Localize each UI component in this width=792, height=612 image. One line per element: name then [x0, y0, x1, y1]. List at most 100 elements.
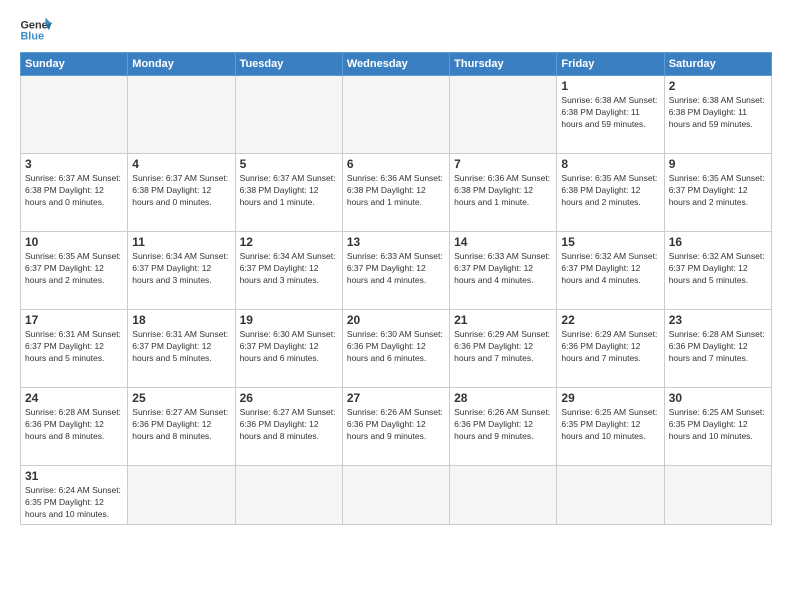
calendar-cell: 25Sunrise: 6:27 AM Sunset: 6:36 PM Dayli…: [128, 388, 235, 466]
calendar-cell: 15Sunrise: 6:32 AM Sunset: 6:37 PM Dayli…: [557, 232, 664, 310]
calendar-table: SundayMondayTuesdayWednesdayThursdayFrid…: [20, 52, 772, 525]
calendar-cell: 13Sunrise: 6:33 AM Sunset: 6:37 PM Dayli…: [342, 232, 449, 310]
calendar-cell: [557, 466, 664, 525]
calendar-cell: 24Sunrise: 6:28 AM Sunset: 6:36 PM Dayli…: [21, 388, 128, 466]
day-number: 1: [561, 79, 659, 93]
day-number: 25: [132, 391, 230, 405]
week-row-3: 17 Sunrise: 6:31 AM Sunset: 6:37 PM Dayli…: [21, 310, 772, 388]
day-number: 18: [132, 313, 230, 327]
day-info: Sunrise: 6:25 AM Sunset: 6:35 PM Dayligh…: [561, 407, 659, 443]
day-number: 10: [25, 235, 123, 249]
calendar-cell: 19Sunrise: 6:30 AM Sunset: 6:37 PM Dayli…: [235, 310, 342, 388]
day-info: Sunrise: 6:24 AM Sunset: 6:35 PM Dayligh…: [25, 485, 123, 521]
day-info: Sunrise: 6:37 AM Sunset: 6:38 PM Dayligh…: [132, 173, 230, 209]
calendar-cell: [342, 466, 449, 525]
weekday-header-sunday: Sunday: [21, 53, 128, 76]
day-number: 17: [25, 313, 123, 327]
day-info: Sunrise: 6:34 AM Sunset: 6:37 PM Dayligh…: [132, 251, 230, 287]
calendar-cell: 1 Sunrise: 6:38 AM Sunset: 6:38 PM Daylig…: [557, 76, 664, 154]
calendar-cell: 27Sunrise: 6:26 AM Sunset: 6:36 PM Dayli…: [342, 388, 449, 466]
day-number: 11: [132, 235, 230, 249]
calendar-cell: [664, 466, 771, 525]
calendar-cell: 3 Sunrise: 6:37 AM Sunset: 6:38 PM Daylig…: [21, 154, 128, 232]
calendar-cell: 21Sunrise: 6:29 AM Sunset: 6:36 PM Dayli…: [450, 310, 557, 388]
weekday-header-row: SundayMondayTuesdayWednesdayThursdayFrid…: [21, 53, 772, 76]
day-info: Sunrise: 6:37 AM Sunset: 6:38 PM Dayligh…: [25, 173, 123, 209]
day-info: Sunrise: 6:34 AM Sunset: 6:37 PM Dayligh…: [240, 251, 338, 287]
day-info: Sunrise: 6:37 AM Sunset: 6:38 PM Dayligh…: [240, 173, 338, 209]
svg-text:Blue: Blue: [20, 30, 44, 42]
day-info: Sunrise: 6:29 AM Sunset: 6:36 PM Dayligh…: [561, 329, 659, 365]
day-number: 21: [454, 313, 552, 327]
day-number: 7: [454, 157, 552, 171]
weekday-header-thursday: Thursday: [450, 53, 557, 76]
day-info: Sunrise: 6:38 AM Sunset: 6:38 PM Dayligh…: [669, 95, 767, 131]
calendar-cell: 30Sunrise: 6:25 AM Sunset: 6:35 PM Dayli…: [664, 388, 771, 466]
day-info: Sunrise: 6:35 AM Sunset: 6:37 PM Dayligh…: [669, 173, 767, 209]
day-info: Sunrise: 6:36 AM Sunset: 6:38 PM Dayligh…: [347, 173, 445, 209]
calendar-cell: 16 Sunrise: 6:32 AM Sunset: 6:37 PM Dayli…: [664, 232, 771, 310]
day-number: 28: [454, 391, 552, 405]
weekday-header-saturday: Saturday: [664, 53, 771, 76]
day-number: 6: [347, 157, 445, 171]
day-info: Sunrise: 6:38 AM Sunset: 6:38 PM Dayligh…: [561, 95, 659, 131]
day-info: Sunrise: 6:31 AM Sunset: 6:37 PM Dayligh…: [25, 329, 123, 365]
day-number: 31: [25, 469, 123, 483]
calendar-cell: 8 Sunrise: 6:35 AM Sunset: 6:38 PM Daylig…: [557, 154, 664, 232]
calendar-cell: 4Sunrise: 6:37 AM Sunset: 6:38 PM Daylig…: [128, 154, 235, 232]
day-number: 9: [669, 157, 767, 171]
day-info: Sunrise: 6:33 AM Sunset: 6:37 PM Dayligh…: [454, 251, 552, 287]
weekday-header-tuesday: Tuesday: [235, 53, 342, 76]
calendar-cell: 12Sunrise: 6:34 AM Sunset: 6:37 PM Dayli…: [235, 232, 342, 310]
day-number: 24: [25, 391, 123, 405]
calendar-cell: [450, 466, 557, 525]
day-number: 23: [669, 313, 767, 327]
weekday-header-wednesday: Wednesday: [342, 53, 449, 76]
day-number: 8: [561, 157, 659, 171]
logo: General Blue: [20, 16, 52, 44]
header: General Blue: [20, 16, 772, 44]
calendar-cell: [342, 76, 449, 154]
day-info: Sunrise: 6:26 AM Sunset: 6:36 PM Dayligh…: [454, 407, 552, 443]
day-info: Sunrise: 6:32 AM Sunset: 6:37 PM Dayligh…: [669, 251, 767, 287]
weekday-header-friday: Friday: [557, 53, 664, 76]
day-info: Sunrise: 6:35 AM Sunset: 6:38 PM Dayligh…: [561, 173, 659, 209]
calendar-page: General Blue SundayMondayTuesdayWednesda…: [0, 0, 792, 612]
calendar-cell: 5 Sunrise: 6:37 AM Sunset: 6:38 PM Daylig…: [235, 154, 342, 232]
calendar-cell: 22 Sunrise: 6:29 AM Sunset: 6:36 PM Dayli…: [557, 310, 664, 388]
day-number: 15: [561, 235, 659, 249]
day-number: 26: [240, 391, 338, 405]
calendar-cell: 2 Sunrise: 6:38 AM Sunset: 6:38 PM Daylig…: [664, 76, 771, 154]
day-info: Sunrise: 6:30 AM Sunset: 6:36 PM Dayligh…: [347, 329, 445, 365]
calendar-cell: 10 Sunrise: 6:35 AM Sunset: 6:37 PM Dayli…: [21, 232, 128, 310]
day-number: 5: [240, 157, 338, 171]
day-number: 20: [347, 313, 445, 327]
calendar-cell: [128, 466, 235, 525]
calendar-cell: [235, 466, 342, 525]
calendar-cell: 7Sunrise: 6:36 AM Sunset: 6:38 PM Daylig…: [450, 154, 557, 232]
day-number: 27: [347, 391, 445, 405]
calendar-cell: 11 Sunrise: 6:34 AM Sunset: 6:37 PM Dayli…: [128, 232, 235, 310]
logo-icon: General Blue: [20, 16, 52, 44]
day-info: Sunrise: 6:28 AM Sunset: 6:36 PM Dayligh…: [669, 329, 767, 365]
calendar-cell: [235, 76, 342, 154]
day-number: 2: [669, 79, 767, 93]
day-info: Sunrise: 6:35 AM Sunset: 6:37 PM Dayligh…: [25, 251, 123, 287]
calendar-cell: [128, 76, 235, 154]
day-number: 22: [561, 313, 659, 327]
day-number: 16: [669, 235, 767, 249]
week-row-2: 10 Sunrise: 6:35 AM Sunset: 6:37 PM Dayli…: [21, 232, 772, 310]
calendar-cell: 6 Sunrise: 6:36 AM Sunset: 6:38 PM Daylig…: [342, 154, 449, 232]
day-number: 14: [454, 235, 552, 249]
calendar-cell: 28 Sunrise: 6:26 AM Sunset: 6:36 PM Dayli…: [450, 388, 557, 466]
week-row-4: 24Sunrise: 6:28 AM Sunset: 6:36 PM Dayli…: [21, 388, 772, 466]
calendar-cell: 18Sunrise: 6:31 AM Sunset: 6:37 PM Dayli…: [128, 310, 235, 388]
calendar-cell: 29Sunrise: 6:25 AM Sunset: 6:35 PM Dayli…: [557, 388, 664, 466]
calendar-cell: 14 Sunrise: 6:33 AM Sunset: 6:37 PM Dayli…: [450, 232, 557, 310]
day-info: Sunrise: 6:27 AM Sunset: 6:36 PM Dayligh…: [240, 407, 338, 443]
calendar-cell: 26 Sunrise: 6:27 AM Sunset: 6:36 PM Dayli…: [235, 388, 342, 466]
day-number: 19: [240, 313, 338, 327]
day-number: 3: [25, 157, 123, 171]
week-row-1: 3 Sunrise: 6:37 AM Sunset: 6:38 PM Daylig…: [21, 154, 772, 232]
calendar-cell: 17 Sunrise: 6:31 AM Sunset: 6:37 PM Dayli…: [21, 310, 128, 388]
